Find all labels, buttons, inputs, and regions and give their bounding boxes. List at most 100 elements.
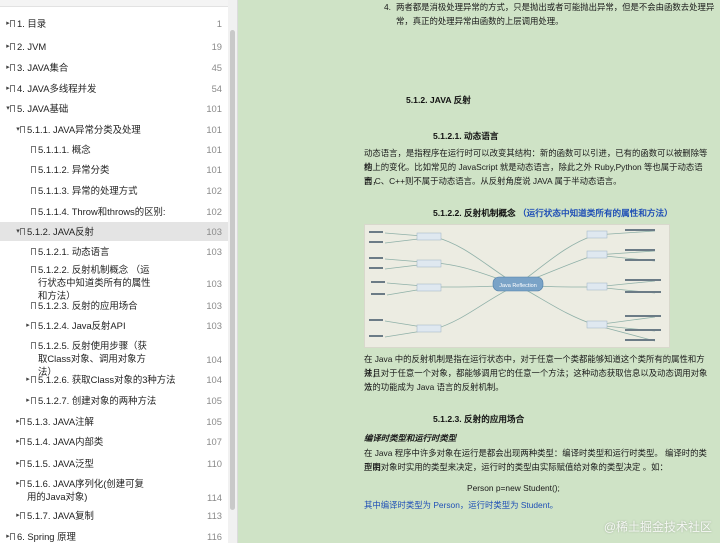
- outline-item[interactable]: ▸ 5.1.2.6. 获取Class对象的3种方法 104: [0, 370, 228, 389]
- outline-item-label: 5.1.2.4. Java反射API: [38, 320, 126, 331]
- mindmap-node: [586, 282, 608, 291]
- outline-item-page: 103: [206, 246, 222, 257]
- outline-item[interactable]: ▸ 1. 目录 1: [0, 14, 228, 33]
- outline-item-label: 5.1.6. JAVA序列化(创建可复用的Java对象): [27, 478, 144, 502]
- outline-item-label: 5.1.7. JAVA复制: [27, 510, 94, 521]
- outline-item-label: 5.1.2. JAVA反射: [27, 226, 94, 237]
- outline-item-page: 102: [206, 206, 222, 217]
- outline-item-label: 5.1.1.3. 异常的处理方式: [38, 185, 138, 196]
- bookmark-icon: [10, 43, 15, 50]
- outline-item[interactable]: 5.1.1.1. 概念 101: [0, 140, 228, 159]
- outline-item-page: 1: [216, 18, 222, 29]
- bookmark-icon: [20, 418, 25, 425]
- outline-item-page: 103: [206, 278, 222, 289]
- outline-item-label: 1. 目录: [17, 18, 47, 29]
- bookmark-icon: [20, 126, 25, 133]
- outline-item[interactable]: ▸ 5.1.6. JAVA序列化(创建可复用的Java对象) 114: [0, 474, 228, 504]
- outline-item-page: 107: [206, 436, 222, 447]
- outline-item[interactable]: ▾ 5.1.2. JAVA反射 103: [0, 222, 228, 241]
- section-heading-5-1-2-1: 5.1.2.1. 动态语言: [433, 131, 499, 141]
- outline-item[interactable]: ▸ 4. JAVA多线程并发 54: [0, 79, 228, 98]
- mindmap-leaf: [371, 293, 385, 295]
- outline-item[interactable]: ▸ 2. JVM 19: [0, 37, 228, 56]
- mindmap-leaf: [625, 279, 661, 281]
- outline-item-label: 6. Spring 原理: [17, 531, 76, 542]
- outline-item-page: 103: [206, 320, 222, 331]
- outline-item[interactable]: ▾ 5. JAVA基础 101: [0, 99, 228, 118]
- section-heading-5-1-2-2-note: （运行状态中知道类所有的属性和方法）: [518, 208, 673, 218]
- outline-item-page: 113: [207, 510, 222, 521]
- outline-item-label: 5.1.3. JAVA注解: [27, 416, 94, 427]
- outline-item[interactable]: 5.1.2.1. 动态语言 103: [0, 242, 228, 261]
- section-heading-5-1-2-2-title: 5.1.2.2. 反射机制概念: [433, 208, 516, 218]
- outline-item[interactable]: 5.1.1.2. 异常分类 101: [0, 160, 228, 179]
- bookmark-icon: [20, 480, 25, 487]
- outline-item[interactable]: 5.1.1.3. 异常的处理方式 102: [0, 181, 228, 200]
- application-line-3: 其中编译时类型为 Person，运行时类型为 Student。: [364, 500, 559, 510]
- outline-item-page: 114: [207, 492, 222, 503]
- mindmap-leaf: [625, 249, 655, 251]
- outline-item[interactable]: ▸ 5.1.4. JAVA内部类 107: [0, 432, 228, 451]
- outline-item[interactable]: ▸ 6. Spring 原理 116: [0, 527, 228, 543]
- outline-item-label: 5.1.1. JAVA异常分类及处理: [27, 124, 141, 135]
- bookmark-icon: [31, 376, 36, 383]
- mindmap-leaf: [625, 329, 661, 331]
- mindmap-node: [586, 230, 608, 239]
- outline-item-page: 101: [206, 103, 222, 114]
- bookmark-icon: [31, 187, 36, 194]
- outline-item-label: 5.1.4. JAVA内部类: [27, 436, 104, 447]
- outline-item-label: 5.1.2.6. 获取Class对象的3种方法: [38, 374, 176, 385]
- mindmap-leaf: [369, 267, 383, 269]
- outline-list: ▸ 1. 目录 1 ▸ 2. JVM 19 ▸ 3. JAVA集合 45 ▸ 4. JAVA多线程并…: [0, 0, 228, 543]
- outline-item-page: 116: [207, 531, 222, 542]
- outline-item-page: 101: [206, 164, 222, 175]
- outline-item[interactable]: ▸ 3. JAVA集合 45: [0, 58, 228, 77]
- bookmark-icon: [10, 85, 15, 92]
- section-heading-5-1-2: 5.1.2. JAVA 反射: [406, 95, 471, 105]
- outline-item-page: 19: [211, 41, 222, 52]
- outline-item-label: 5.1.1.1. 概念: [38, 144, 91, 155]
- bookmark-icon: [31, 166, 36, 173]
- bookmark-icon: [10, 105, 15, 112]
- outline-item[interactable]: 5.1.2.3. 反射的应用场合 103: [0, 296, 228, 315]
- outline-item-label: 4. JAVA多线程并发: [17, 83, 97, 94]
- mindmap-node: [416, 232, 442, 241]
- bookmark-icon: [10, 20, 15, 27]
- outline-item[interactable]: ▸ 5.1.5. JAVA泛型 110: [0, 454, 228, 473]
- outline-item-label: 5.1.1.2. 异常分类: [38, 164, 110, 175]
- outline-item[interactable]: 5.1.2.5. 反射使用步骤（获取Class对象、调用对象方法） 104: [0, 336, 228, 377]
- bookmark-icon: [20, 228, 25, 235]
- outline-item[interactable]: ▾ 5.1.1. JAVA异常分类及处理 101: [0, 120, 228, 139]
- outline-item[interactable]: ▸ 5.1.7. JAVA复制 113: [0, 506, 228, 525]
- outline-item-page: 105: [206, 395, 222, 406]
- outline-scrollbar-thumb[interactable]: [230, 30, 235, 510]
- outline-item[interactable]: ▸ 5.1.3. JAVA注解 105: [0, 412, 228, 431]
- mindmap-leaf: [369, 231, 383, 233]
- mindmap-leaf: [371, 281, 385, 283]
- outline-item-page: 101: [206, 144, 222, 155]
- bookmark-icon: [31, 342, 36, 349]
- mindmap-leaf: [625, 339, 655, 341]
- outline-scrollbar[interactable]: [228, 0, 237, 543]
- outline-item-page: 110: [207, 458, 222, 469]
- bookmark-icon: [10, 64, 15, 71]
- outline-item[interactable]: 5.1.2.2. 反射机制概念 （运行状态中知道类所有的属性和方法） 103: [0, 260, 228, 301]
- bookmark-icon: [31, 208, 36, 215]
- outline-item[interactable]: ▸ 5.1.2.4. Java反射API 103: [0, 316, 228, 335]
- bookmark-icon: [20, 512, 25, 519]
- mindmap-leaf: [625, 229, 655, 231]
- outline-item-label: 5.1.2.7. 创建对象的两种方法: [38, 395, 157, 406]
- intro-line-1: 两者都是消极处理异常的方式，只是抛出或者可能抛出异常，但是不会由函数去处理异: [396, 2, 715, 12]
- outline-item-page: 102: [206, 185, 222, 196]
- outline-item[interactable]: ▸ 5.1.2.7. 创建对象的两种方法 105: [0, 391, 228, 410]
- document-page: 4. 两者都是消极处理异常的方式，只是抛出或者可能抛出异常，但是不会由函数去处理…: [238, 0, 720, 543]
- application-line-2: 声明对象时实用的类型来决定，运行时的类型由实际赋值给对象的类型决定 。如：: [364, 462, 668, 472]
- mindmap-svg: Java Reflection: [369, 229, 661, 342]
- mindmap-leaf: [369, 319, 383, 321]
- mindmap-leaf: [369, 257, 383, 259]
- mindmap-branch: [434, 284, 518, 330]
- outline-item-page: 104: [206, 374, 222, 385]
- bookmark-icon: [20, 460, 25, 467]
- bookmark-icon: [31, 266, 36, 273]
- outline-item[interactable]: 5.1.1.4. Throw和throws的区别: 102: [0, 202, 228, 221]
